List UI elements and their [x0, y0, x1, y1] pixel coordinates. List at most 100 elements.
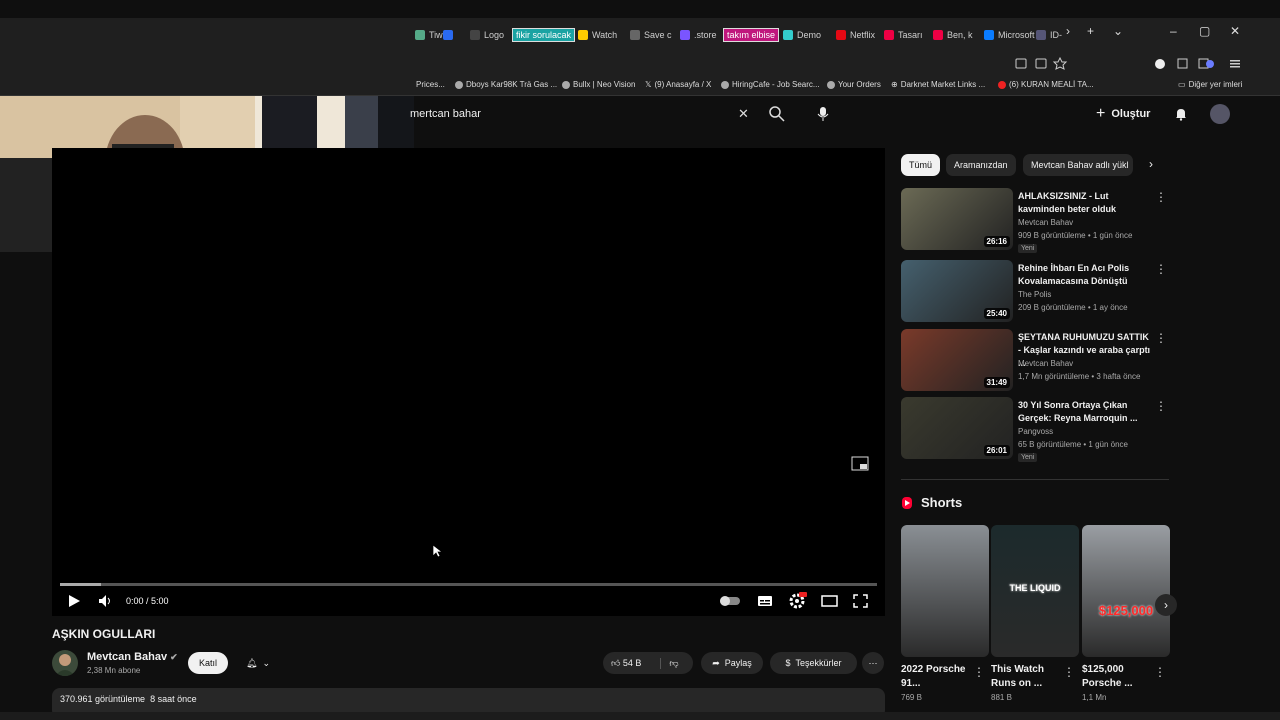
short-title[interactable]: $125,000 Porsche ... — [1082, 663, 1162, 691]
browser-tab[interactable]: Tasarı — [884, 26, 923, 44]
account-avatar[interactable] — [1210, 104, 1230, 124]
search-box[interactable]: ✕ — [410, 101, 790, 127]
recommended-title[interactable]: AHLAKSIZSINIZ - Lut kavminden beter oldu… — [1018, 190, 1153, 216]
chevron-right-icon[interactable]: › — [1066, 24, 1070, 38]
browser-toolbar-icons[interactable] — [1014, 57, 1254, 71]
recommended-channel[interactable]: Mevtcan Bahav — [1018, 218, 1073, 227]
short-title[interactable]: This Watch Runs on ... — [991, 663, 1071, 691]
bookmark-item[interactable]: 𝕏 (9) Anasayfa / X — [645, 80, 711, 89]
bookmark-item[interactable]: Your Orders — [827, 80, 881, 89]
play-icon[interactable] — [67, 594, 81, 608]
channel-name[interactable]: Mevtcan Bahav ✔ — [87, 651, 178, 663]
video-player[interactable] — [52, 148, 885, 616]
microphone-icon[interactable] — [816, 106, 830, 122]
bookmark-item[interactable]: Prices... — [416, 80, 445, 89]
channel-avatar[interactable] — [52, 650, 78, 676]
miniplayer-icon[interactable] — [851, 456, 869, 472]
shorts-next-button[interactable]: › — [1155, 594, 1177, 616]
more-vert-icon[interactable]: ⋮ — [1063, 665, 1075, 679]
more-vert-icon[interactable]: ⋮ — [1154, 665, 1166, 679]
more-vert-icon[interactable]: ⋮ — [1155, 262, 1167, 276]
video-thumbnail[interactable]: 31:49 — [901, 329, 1013, 391]
tab-list-chevron-icon[interactable]: ⌄ — [1113, 24, 1123, 38]
join-button[interactable]: Katıl — [188, 652, 228, 674]
settings-gear-icon[interactable] — [789, 592, 807, 609]
recommended-channel[interactable]: Pangvoss — [1018, 427, 1053, 436]
browser-tab[interactable]: Microsoft — [984, 26, 1035, 44]
video-thumbnail[interactable]: 26:01 — [901, 397, 1013, 459]
create-button[interactable]: + Oluştur — [1096, 102, 1150, 126]
browser-tab[interactable]: Ben, k — [933, 26, 973, 44]
short-info: This Watch Runs on ... 881 B ⋮ — [991, 663, 1075, 702]
chip-all[interactable]: Tümü — [901, 154, 941, 176]
recommended-video[interactable]: 26:16 AHLAKSIZSINIZ - Lut kavminden beter… — [901, 188, 1171, 253]
recommended-channel[interactable]: Mevtcan Bahav — [1018, 359, 1073, 368]
short-thumbnail[interactable]: $125,000 — [1082, 525, 1170, 657]
short-thumbnail[interactable] — [901, 525, 989, 657]
browser-tab[interactable] — [443, 26, 457, 44]
short-info: 2022 Porsche 91... 769 B ⋮ — [901, 663, 985, 702]
short-title[interactable]: 2022 Porsche 91... — [901, 663, 981, 691]
minimize-icon[interactable]: – — [1170, 24, 1177, 38]
browser-tab[interactable]: Watch — [578, 26, 617, 44]
progress-fill — [60, 583, 101, 586]
short-thumbnail[interactable]: THE LIQUID — [991, 525, 1079, 657]
browser-tab[interactable]: Logo — [470, 26, 504, 44]
more-vert-icon[interactable]: ⋮ — [1155, 190, 1167, 204]
browser-tab[interactable]: Demo — [783, 26, 821, 44]
search-icon[interactable] — [768, 105, 786, 123]
chip-channel-uploads[interactable]: Mevtcan Bahav adlı yükl — [1023, 154, 1133, 176]
recommended-title[interactable]: Rehine İhbarı En Acı Polis Kovalamacasın… — [1018, 262, 1153, 288]
more-actions-button[interactable]: ⋯ — [862, 652, 884, 674]
browser-tab[interactable]: ID- — [1036, 26, 1062, 44]
more-vert-icon[interactable]: ⋮ — [1155, 331, 1167, 345]
recommended-channel[interactable]: The Polis — [1018, 290, 1051, 299]
close-window-icon[interactable]: ✕ — [1230, 24, 1240, 38]
notifications-bell-icon[interactable] — [1174, 107, 1188, 121]
recommended-video[interactable]: 25:40 Rehine İhbarı En Acı Polis Kovalama… — [901, 260, 1171, 324]
maximize-icon[interactable]: ▢ — [1199, 24, 1210, 38]
video-thumbnail[interactable]: 25:40 — [901, 260, 1013, 322]
progress-bar[interactable] — [60, 583, 877, 586]
fullscreen-icon[interactable] — [853, 594, 868, 608]
recommended-meta: 65 B görüntüleme • 1 gün önce — [1018, 440, 1128, 449]
share-button[interactable]: ➦ Paylaş — [701, 652, 763, 674]
browser-tab[interactable]: Save c — [630, 26, 672, 44]
bell-icon: 🔔︎ — [246, 657, 258, 668]
super-thanks-icon: $ — [785, 658, 791, 668]
like-button[interactable]: 👍︎ 54 B — [611, 658, 641, 669]
bookmark-item[interactable]: (6) KURAN MEALİ TA... — [998, 80, 1094, 89]
bookmark-item[interactable]: Bullx | Neo Vision — [562, 80, 635, 89]
dislike-button[interactable]: 👎︎ — [660, 657, 679, 669]
tab-favicon-icon — [783, 30, 793, 40]
bookmark-item[interactable]: Dboys Kar98K Trä Gas ... — [455, 80, 557, 89]
search-input[interactable] — [410, 108, 720, 120]
bookmark-item[interactable]: HiringCafe - Job Searc... — [721, 80, 820, 89]
recommended-meta: 209 B görüntüleme • 1 ay önce — [1018, 303, 1128, 312]
browser-tab[interactable]: takım elbise — [723, 26, 780, 44]
recommended-title[interactable]: 30 Yıl Sonra Ortaya Çıkan Gerçek: Reyna … — [1018, 399, 1153, 425]
other-bookmarks[interactable]: ▭ Diğer yer imleri — [1178, 80, 1242, 89]
autoplay-toggle[interactable] — [719, 595, 741, 607]
chips-next-icon[interactable]: › — [1149, 157, 1153, 171]
clear-search-icon[interactable]: ✕ — [738, 106, 749, 122]
bookmark-item[interactable]: ⊕ Darknet Market Links ... — [891, 80, 985, 89]
hiringcafe-icon — [721, 80, 729, 89]
volume-icon[interactable] — [98, 594, 114, 608]
more-vert-icon[interactable]: ⋮ — [973, 665, 985, 679]
browser-tab[interactable]: fikir sorulacak — [512, 26, 576, 44]
recommended-video[interactable]: 31:49 ŞEYTANA RUHUMUZU SATTIK - Kaşlar ka… — [901, 329, 1171, 393]
more-vert-icon[interactable]: ⋮ — [1155, 399, 1167, 413]
browser-tab[interactable]: Netflix — [836, 26, 875, 44]
subtitles-icon[interactable] — [757, 594, 773, 608]
tab-favicon-icon — [443, 30, 453, 40]
new-tab-button[interactable]: + — [1087, 24, 1094, 38]
subscription-bell-dropdown[interactable]: 🔔︎ ⌄ — [235, 652, 281, 674]
recommended-video[interactable]: 26:01 30 Yıl Sonra Ortaya Çıkan Gerçek: R… — [901, 397, 1171, 462]
tab-favicon-icon — [984, 30, 994, 40]
browser-tab[interactable]: .store — [680, 26, 717, 44]
video-thumbnail[interactable]: 26:16 — [901, 188, 1013, 250]
chip-from-search[interactable]: Aramanızdan — [946, 154, 1016, 176]
theater-mode-icon[interactable] — [821, 595, 838, 607]
thanks-button[interactable]: $ Teşekkürler — [770, 652, 857, 674]
